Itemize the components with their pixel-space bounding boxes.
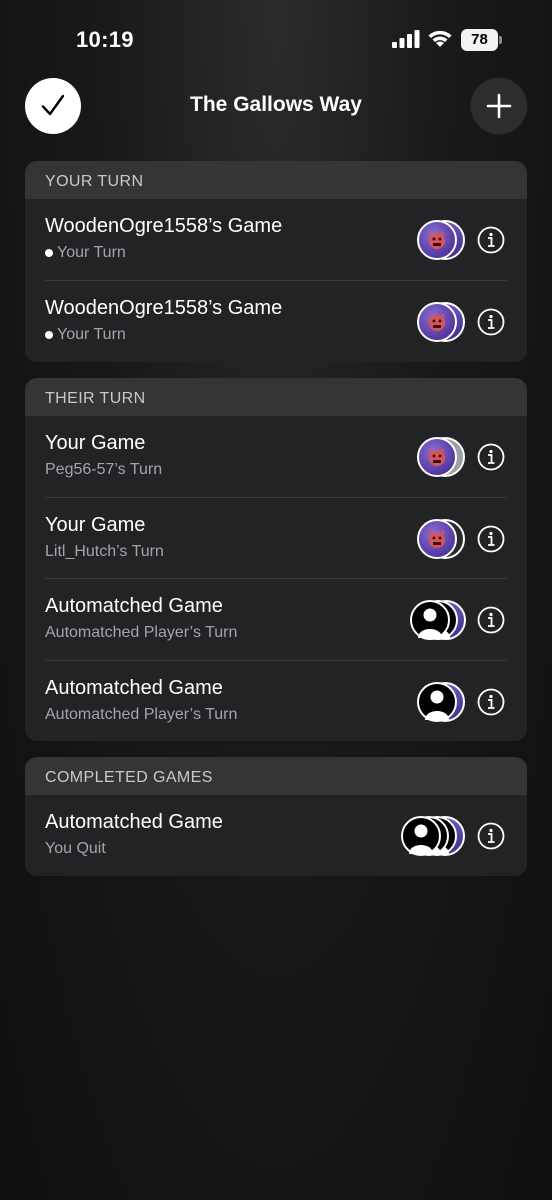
battery-level: 78 <box>461 29 498 51</box>
game-status: Peg56-57’s Turn <box>45 461 163 478</box>
info-button-icon[interactable] <box>477 308 505 336</box>
player-avatars <box>401 816 467 856</box>
game-status: Litl_Hutch’s Turn <box>45 542 164 560</box>
section-header: THEIR TURN <box>25 378 527 416</box>
section-your-turn: YOUR TURN WoodenOgre1558’s Game Your Tur… <box>25 161 527 362</box>
player-avatars <box>417 220 467 260</box>
game-title: Automatched Game <box>45 811 223 833</box>
section-completed-games: COMPLETED GAMES Automatched Game You Qui… <box>25 757 527 876</box>
section-header: COMPLETED GAMES <box>25 757 527 795</box>
turn-dot-icon <box>45 249 53 257</box>
section-header: YOUR TURN <box>25 161 527 199</box>
game-status-text: Your Turn <box>57 244 126 261</box>
wifi-icon <box>428 30 452 47</box>
status-bar: 10:19 78 <box>0 0 552 80</box>
game-title: WoodenOgre1558’s Game <box>45 215 283 237</box>
info-button-icon[interactable] <box>477 443 505 471</box>
info-button-icon[interactable] <box>477 688 505 716</box>
game-title: Your Game <box>45 513 146 536</box>
ogre-avatar-icon <box>417 518 457 559</box>
turn-dot-icon <box>45 330 53 339</box>
ogre-avatar-icon <box>417 220 457 260</box>
game-title: Automatched Game <box>45 595 223 617</box>
add-game-button[interactable] <box>471 78 527 134</box>
player-avatars <box>417 681 467 722</box>
section-their-turn: THEIR TURN Your Game Peg56-57’s Turn You… <box>25 378 527 741</box>
game-title: WoodenOgre1558’s Game <box>45 296 283 319</box>
game-row[interactable]: WoodenOgre1558’s Game Your Turn <box>25 281 527 363</box>
page-title: The Gallows Way <box>190 93 362 116</box>
game-status: You Quit <box>45 840 106 857</box>
player-avatars <box>417 518 467 559</box>
game-row[interactable]: Automatched Game Automatched Player’s Tu… <box>25 661 527 742</box>
game-row[interactable]: Your Game Litl_Hutch’s Turn <box>25 498 527 579</box>
player-avatars <box>417 437 467 477</box>
game-row[interactable]: Automatched Game Automatched Player’s Tu… <box>25 579 527 661</box>
game-title: Automatched Game <box>45 676 223 699</box>
player-avatars <box>417 301 467 342</box>
person-avatar-icon <box>410 600 450 640</box>
ogre-avatar-icon <box>417 301 457 342</box>
ogre-avatar-icon <box>417 437 457 477</box>
game-status: Your Turn <box>45 326 126 344</box>
info-button-icon[interactable] <box>477 525 505 553</box>
game-row[interactable]: Automatched Game You Quit <box>25 795 527 876</box>
game-status: Automatched Player’s Turn <box>45 705 238 723</box>
game-status: Your Turn <box>45 244 126 262</box>
game-status-text: Your Turn <box>57 325 126 343</box>
info-button-icon[interactable] <box>477 606 505 634</box>
game-status: Automatched Player’s Turn <box>45 624 238 641</box>
person-avatar-icon <box>401 816 441 856</box>
game-row[interactable]: Your Game Peg56-57’s Turn <box>25 416 527 498</box>
plus-icon <box>486 93 512 119</box>
info-button-icon[interactable] <box>477 226 505 254</box>
battery-icon: 78 <box>461 29 503 51</box>
cellular-signal-icon <box>392 30 420 48</box>
game-row[interactable]: WoodenOgre1558’s Game Your Turn <box>25 199 527 281</box>
info-button-icon[interactable] <box>477 822 505 850</box>
person-avatar-icon <box>417 681 457 722</box>
game-title: Your Game <box>45 432 146 454</box>
battery-cap <box>499 36 502 44</box>
player-avatars <box>410 600 468 640</box>
status-time: 10:19 <box>76 27 134 52</box>
